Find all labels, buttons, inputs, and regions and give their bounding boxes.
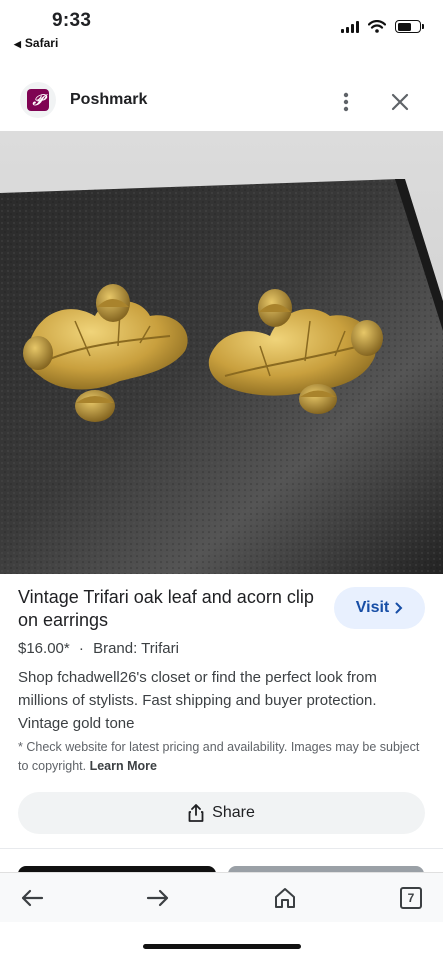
system-icons (341, 20, 424, 33)
product-photo (0, 131, 443, 574)
learn-more-link[interactable]: Learn More (90, 759, 157, 773)
forward-button[interactable] (143, 883, 173, 913)
back-to-app-link[interactable]: ◀ Safari (14, 36, 58, 50)
visit-label: Visit (355, 599, 390, 616)
disclaimer: * Check website for latest pricing and a… (18, 738, 423, 776)
price: $16.00* (18, 640, 70, 657)
status-bar: 9:33 ◀ Safari (0, 0, 443, 56)
signal-icon (341, 20, 359, 33)
price-line: $16.00* · Brand: Trifari (18, 640, 179, 657)
product-title[interactable]: Vintage Trifari oak leaf and acorn clip … (18, 586, 318, 632)
more-vertical-icon (343, 92, 349, 112)
site-header: 𝒫 Poshmark (0, 78, 443, 124)
chevron-right-icon (395, 602, 403, 614)
home-button[interactable] (270, 883, 300, 913)
close-icon (391, 93, 409, 111)
home-indicator (143, 944, 301, 949)
share-label: Share (212, 804, 255, 821)
site-name: Poshmark (70, 91, 148, 108)
divider (0, 848, 443, 849)
visit-button[interactable]: Visit (334, 587, 425, 629)
arrow-right-icon (146, 889, 169, 907)
product-description: Shop fchadwell26's closet or find the pe… (18, 669, 377, 732)
tab-count: 7 (400, 887, 422, 909)
battery-icon (395, 20, 424, 33)
browser-toolbar: 7 (0, 872, 443, 922)
arrow-left-icon (21, 889, 44, 907)
brand: Brand: Trifari (93, 640, 179, 657)
share-button[interactable]: Share (18, 792, 425, 834)
share-icon (188, 804, 204, 822)
separator-dot: · (78, 640, 84, 657)
close-button[interactable] (386, 88, 414, 116)
status-time: 9:33 (52, 10, 92, 31)
disclaimer-text: * Check website for latest pricing and a… (18, 740, 420, 773)
home-icon (275, 888, 295, 908)
wifi-icon (368, 20, 386, 33)
tabs-button[interactable]: 7 (396, 883, 426, 913)
back-app-label: Safari (24, 36, 59, 50)
product-image[interactable] (0, 131, 443, 574)
back-button[interactable] (17, 883, 47, 913)
poshmark-logo-icon: 𝒫 (20, 82, 56, 118)
more-options-button[interactable] (332, 88, 360, 116)
back-triangle-icon: ◀ (14, 39, 21, 49)
